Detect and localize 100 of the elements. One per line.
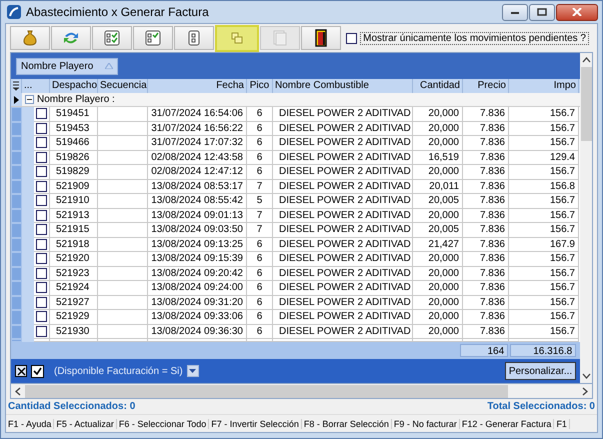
checkmark-icon xyxy=(33,366,42,376)
table-cell: 20,000 xyxy=(413,107,463,122)
table-cell: 02/08/2024 12:43:58 xyxy=(148,150,247,165)
maximize-button[interactable] xyxy=(529,4,555,20)
row-selector[interactable] xyxy=(11,93,22,106)
table-cell: 6 xyxy=(247,252,273,266)
table-cell xyxy=(98,180,148,194)
table-cell: 167.9 xyxy=(509,238,579,252)
table-cell: DIESEL POWER 2 ADITIVAD xyxy=(273,180,413,194)
scroll-up-icon xyxy=(582,57,591,63)
collapse-button[interactable] xyxy=(25,95,34,104)
row-checkbox[interactable] xyxy=(36,253,47,264)
row-checkbox[interactable] xyxy=(36,122,47,134)
table-cell: 13/08/2024 08:53:17 xyxy=(148,180,247,194)
table-cell: 5 xyxy=(247,194,273,208)
door-icon xyxy=(315,29,327,47)
table-cell: 20,000 xyxy=(413,208,463,223)
copy-icon xyxy=(231,32,243,44)
table-cell: 521929 xyxy=(50,310,98,324)
list-icon xyxy=(188,30,200,46)
table-cell: 521920 xyxy=(50,252,98,266)
table-cell: 13/08/2024 09:03:50 xyxy=(148,223,247,238)
table-cell: 519826 xyxy=(50,150,98,165)
table-cell: 6 xyxy=(247,165,273,180)
table-cell xyxy=(98,324,148,339)
toolbar-button[interactable] xyxy=(133,26,173,50)
table-cell: 7.836 xyxy=(463,208,509,223)
table-cell: 6 xyxy=(247,136,273,150)
table-cell: 31/07/2024 17:07:32 xyxy=(148,136,247,150)
table-cell xyxy=(98,238,148,252)
table-cell: 519466 xyxy=(50,136,98,150)
table-cell: 156.7 xyxy=(509,296,579,310)
table-cell: 20,011 xyxy=(413,180,463,194)
filter-checkbox[interactable] xyxy=(31,364,44,378)
table-cell xyxy=(98,150,148,165)
table-cell: DIESEL POWER 2 ADITIVAD xyxy=(273,324,413,339)
column-chooser-icon xyxy=(13,81,19,91)
filter-dropdown-button[interactable] xyxy=(186,365,199,377)
row-checkbox[interactable] xyxy=(36,137,47,148)
table-cell: 7 xyxy=(247,180,273,194)
row-checkbox[interactable] xyxy=(36,311,47,322)
table-cell: 156.7 xyxy=(509,252,579,266)
table-cell: 521910 xyxy=(50,194,98,208)
horizontal-scrollbar[interactable] xyxy=(10,384,593,400)
row-checkbox[interactable] xyxy=(36,238,47,250)
table-cell: 13/08/2024 09:20:42 xyxy=(148,266,247,281)
caret-icon xyxy=(189,369,196,373)
table-cell: 20,000 xyxy=(413,136,463,150)
table-cell: 519829 xyxy=(50,165,98,180)
sort-icon xyxy=(105,63,114,69)
group-chip[interactable]: Nombre Playero xyxy=(16,58,118,74)
table-cell: DIESEL POWER 2 ADITIVAD xyxy=(273,150,413,165)
minimize-icon xyxy=(510,9,520,15)
toolbar-button[interactable] xyxy=(301,26,341,50)
row-checkbox[interactable] xyxy=(36,296,47,308)
table-cell: 7 xyxy=(247,223,273,238)
close-button[interactable] xyxy=(556,4,598,20)
table-cell xyxy=(98,136,148,150)
selected-total: Total Seleccionados: 0 xyxy=(487,401,595,414)
row-checkbox[interactable] xyxy=(36,195,47,206)
table-cell: DIESEL POWER 2 ADITIVAD xyxy=(273,296,413,310)
row-checkbox[interactable] xyxy=(36,224,47,236)
row-checkbox[interactable] xyxy=(36,180,47,192)
table-cell: 7.836 xyxy=(463,252,509,266)
row-checkbox[interactable] xyxy=(36,166,47,178)
table-cell xyxy=(98,165,148,180)
customize-button[interactable]: Personalizar... xyxy=(504,362,576,380)
row-checkbox[interactable] xyxy=(36,108,47,120)
group-label: Nombre Playero : xyxy=(37,94,115,105)
table-cell: 20,005 xyxy=(413,194,463,208)
row-checkbox[interactable] xyxy=(36,282,47,294)
row-checkbox[interactable] xyxy=(36,152,47,163)
clear-filter-button[interactable] xyxy=(15,365,27,377)
money-bag-icon xyxy=(23,30,37,46)
table-cell: DIESEL POWER 2 ADITIVAD xyxy=(273,208,413,223)
table-cell: 521924 xyxy=(50,281,98,296)
row-checkbox[interactable] xyxy=(36,326,47,337)
function-key-label: F12 - Generar Factura xyxy=(460,418,554,429)
table-cell: 156.7 xyxy=(509,107,579,122)
toolbar-button[interactable] xyxy=(174,26,214,50)
scrollbar-thumb[interactable] xyxy=(580,67,592,141)
table-cell: 7.836 xyxy=(463,266,509,281)
table-cell: DIESEL POWER 2 ADITIVAD xyxy=(273,281,413,296)
table-cell: 519451 xyxy=(50,107,98,122)
table-cell: 16,519 xyxy=(413,150,463,165)
scrollbar-thumb[interactable] xyxy=(25,384,508,398)
page-icon xyxy=(273,30,287,46)
table-cell: 7.836 xyxy=(463,180,509,194)
toolbar-button[interactable] xyxy=(92,26,132,50)
table-cell: 519453 xyxy=(50,122,98,136)
table-cell: DIESEL POWER 2 ADITIVAD xyxy=(273,310,413,324)
row-checkbox[interactable] xyxy=(36,268,47,279)
table-cell: DIESEL POWER 2 ADITIVAD xyxy=(273,266,413,281)
row-checkbox[interactable] xyxy=(36,210,47,221)
table-cell: 156.7 xyxy=(509,194,579,208)
table-cell: 6 xyxy=(247,122,273,136)
table-cell: 521923 xyxy=(50,266,98,281)
table-cell: 13/08/2024 08:55:42 xyxy=(148,194,247,208)
minimize-button[interactable] xyxy=(502,4,528,20)
refresh-icon xyxy=(63,30,79,46)
